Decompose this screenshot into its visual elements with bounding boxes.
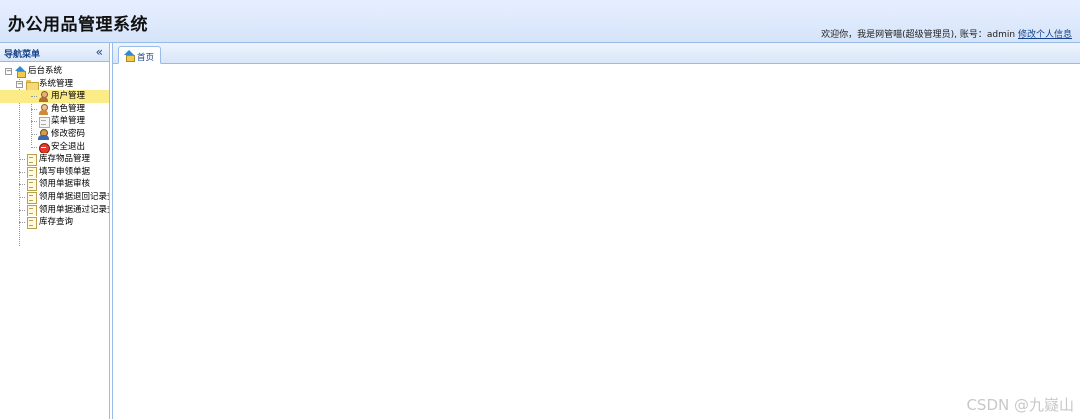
tree-node-role-management[interactable]: 角色管理 xyxy=(0,103,109,116)
nav-panel: 导航菜单 « − 后台系统 − 系统管理 用户管理 角色管理 菜单管理 修改密码… xyxy=(0,43,110,419)
watermark: CSDN @九嶷山 xyxy=(966,396,1074,414)
tree-node-inventory-management[interactable]: 库存物品管理 xyxy=(0,153,109,166)
tree-node-fill-requisition[interactable]: 填写申领单据 xyxy=(0,166,109,179)
tree-node-requisition-review[interactable]: 领用单据审核 xyxy=(0,178,109,191)
tab-label: 首页 xyxy=(137,53,155,63)
role-icon xyxy=(38,103,49,115)
tree-node-label: 修改密码 xyxy=(51,128,86,139)
app-title: 办公用品管理系统 xyxy=(8,15,148,35)
exit-icon xyxy=(38,142,50,154)
user-icon xyxy=(38,91,49,103)
tree-node-root[interactable]: − 后台系统 xyxy=(0,65,109,78)
document-icon xyxy=(26,154,37,166)
tree-node-label: 领用单据审核 xyxy=(39,179,91,190)
tree-node-label: 库存物品管理 xyxy=(39,154,91,165)
tab-home[interactable]: 首页 xyxy=(118,46,161,64)
document-icon xyxy=(26,179,37,191)
tree-node-label: 后台系统 xyxy=(28,66,63,76)
document-icon xyxy=(26,166,37,179)
tree-node-label: 安全退出 xyxy=(51,141,86,152)
user-info: 欢迎你，我是网管喵(超级管理员), 账号：admin 修改个人信息 xyxy=(821,27,1072,40)
folder-icon xyxy=(26,79,39,91)
tree-node-system-management[interactable]: − 系统管理 xyxy=(0,78,109,91)
tree-node-label: 领用单据退回记录查询 xyxy=(39,191,109,202)
tree-node-inventory-query[interactable]: 库存查询 xyxy=(0,216,109,229)
tree-node-label: 填写申领单据 xyxy=(39,166,91,177)
tree-node-approved-records[interactable]: 领用单据通过记录查询 xyxy=(0,204,109,217)
tab-strip: 首页 xyxy=(113,43,1080,64)
edit-profile-link[interactable]: 修改个人信息 xyxy=(1018,30,1072,40)
nav-tree: − 后台系统 − 系统管理 用户管理 角色管理 菜单管理 修改密码 安全退出 库… xyxy=(0,62,109,246)
tree-node-label: 用户管理 xyxy=(51,91,86,102)
key-user-icon xyxy=(38,128,49,140)
tree-node-label: 菜单管理 xyxy=(51,116,86,127)
tree-node-safe-exit[interactable]: 安全退出 xyxy=(0,141,109,154)
app-header: 办公用品管理系统 欢迎你，我是网管喵(超级管理员), 账号：admin 修改个人… xyxy=(0,0,1080,43)
main-content: 首页 xyxy=(112,43,1080,419)
document-icon xyxy=(26,217,37,229)
collapse-toggle-icon[interactable]: − xyxy=(16,80,23,88)
tree-node-label: 角色管理 xyxy=(51,103,86,114)
tree-node-change-password[interactable]: 修改密码 xyxy=(0,128,109,141)
document-icon xyxy=(26,204,37,217)
tab-panel-home xyxy=(113,64,1080,419)
nav-panel-header: 导航菜单 « xyxy=(0,43,109,62)
nav-panel-title: 导航菜单 xyxy=(4,50,41,60)
document-icon xyxy=(26,191,37,204)
menu-icon xyxy=(38,116,50,128)
home-icon xyxy=(124,50,135,62)
tree-node-label: 领用单据通过记录查询 xyxy=(39,204,109,215)
tree-node-menu-management[interactable]: 菜单管理 xyxy=(0,115,109,128)
tree-node-returned-records[interactable]: 领用单据退回记录查询 xyxy=(0,191,109,204)
tree-node-label: 系统管理 xyxy=(39,78,74,89)
tree-node-user-management[interactable]: 用户管理 xyxy=(0,90,109,103)
welcome-text: 欢迎你，我是网管喵(超级管理员), 账号：admin xyxy=(821,30,1016,40)
collapse-toggle-icon[interactable]: − xyxy=(5,68,12,75)
tree-node-label: 库存查询 xyxy=(39,217,74,228)
collapse-left-icon[interactable]: « xyxy=(96,45,103,59)
home-icon xyxy=(15,66,26,78)
